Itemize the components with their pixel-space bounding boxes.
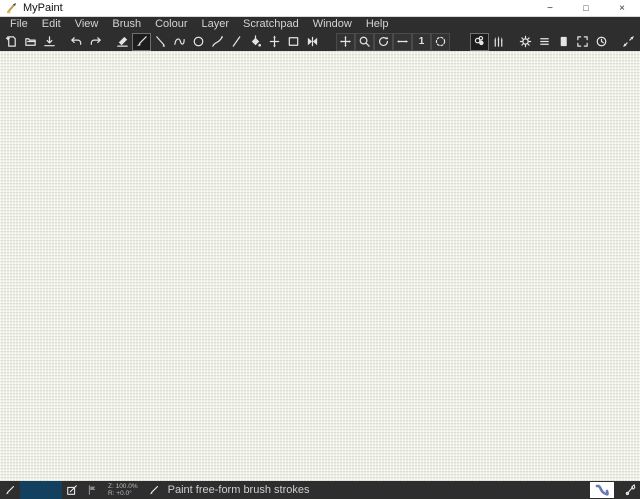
view-readout: Z: 100.0% R: +0.0°: [102, 483, 144, 497]
reset-zoom-icon: 1: [418, 35, 425, 47]
flag-icon: [88, 485, 96, 495]
rotate-view-icon: [379, 36, 389, 47]
clock-icon: [596, 36, 607, 47]
flood-fill-button[interactable]: [246, 33, 265, 51]
zoom-readout: Z: 100.0%: [108, 483, 138, 490]
reset-zoom-button[interactable]: 1: [412, 32, 431, 51]
move-layer-button[interactable]: [265, 33, 284, 51]
edit-pencil-icon: [67, 485, 77, 495]
menu-window[interactable]: Window: [306, 17, 359, 32]
menu-colour[interactable]: Colour: [148, 17, 194, 32]
fit-view-icon: [435, 36, 446, 47]
menubar: File Edit View Brush Colour Layer Scratc…: [0, 17, 640, 32]
menu-layer[interactable]: Layer: [195, 17, 237, 32]
pencil-line-button[interactable]: [227, 33, 246, 51]
close-button[interactable]: ×: [604, 0, 640, 17]
menu-view[interactable]: View: [68, 17, 106, 32]
menu-brush[interactable]: Brush: [105, 17, 148, 32]
freehand-brush-icon: [136, 36, 147, 47]
brush-chooser-icon: [494, 35, 503, 47]
brush-modified-indicator[interactable]: [62, 484, 82, 496]
fit-view-button[interactable]: [431, 32, 450, 51]
menu-file[interactable]: File: [3, 17, 35, 32]
rotation-readout: R: +0.0°: [108, 490, 132, 497]
move-layer-icon: [269, 35, 280, 48]
new-file-icon: [5, 36, 16, 47]
layers-panel-icon: [560, 36, 567, 47]
freehand-brush-icon: [149, 486, 158, 495]
undo-button[interactable]: [67, 33, 86, 51]
current-colour-swatch[interactable]: [20, 481, 62, 499]
open-file-icon: [25, 38, 36, 46]
tool-options-button[interactable]: [516, 33, 535, 51]
layers-panel-button[interactable]: [554, 33, 573, 51]
colour-brush-icon: [625, 484, 636, 496]
frame-indicator[interactable]: [82, 484, 102, 496]
redo-button[interactable]: [86, 33, 105, 51]
flood-fill-icon: [251, 35, 261, 47]
inking-icon: [212, 35, 223, 47]
brush-stroke-preview-icon: [595, 484, 609, 496]
connected-lines-icon: [174, 38, 185, 45]
maximize-button[interactable]: □: [568, 0, 604, 17]
mypaint-logo-icon: [7, 3, 16, 14]
zoom-view-button[interactable]: [355, 32, 374, 51]
brush-group-indicator[interactable]: [620, 484, 640, 496]
save-file-icon: [44, 36, 55, 47]
expand-arrows-icon: [623, 36, 634, 47]
statusbar: Z: 100.0% R: +0.0° Paint free-form brush…: [0, 481, 640, 499]
mirror-view-button[interactable]: [393, 32, 412, 51]
pencil-line-icon: [232, 36, 241, 47]
window-title: MyPaint: [23, 2, 63, 14]
mirror-view-icon: [396, 40, 409, 43]
fullscreen-button[interactable]: [573, 33, 592, 51]
symmetry-butterfly-icon: [307, 36, 318, 47]
connected-lines-button[interactable]: [170, 33, 189, 51]
active-tool-icon-wrap: [144, 484, 164, 496]
new-file-button[interactable]: [2, 33, 21, 51]
menu-lines-icon: [540, 38, 549, 45]
eraser-button[interactable]: [113, 33, 132, 51]
history-panel-button[interactable]: [592, 33, 611, 51]
inking-button[interactable]: [208, 33, 227, 51]
brush-settings-button[interactable]: [535, 33, 554, 51]
toolbar: 1: [0, 32, 640, 51]
pan-view-button[interactable]: [336, 32, 355, 51]
ellipses-and-circles-button[interactable]: [189, 33, 208, 51]
zoom-view-icon: [359, 36, 370, 47]
freehand-brush-icon: [5, 486, 14, 495]
freehand-brush-button[interactable]: [132, 32, 151, 51]
redo-icon: [90, 37, 101, 45]
gear-icon: [519, 35, 532, 48]
titlebar: MyPaint − □ ×: [0, 0, 640, 17]
colour-chooser-button[interactable]: [470, 32, 489, 51]
save-file-button[interactable]: [40, 33, 59, 51]
edit-frame-icon: [288, 37, 299, 46]
undo-icon: [71, 37, 82, 45]
eraser-icon: [117, 36, 128, 47]
ellipses-and-circles-icon: [193, 36, 204, 47]
lines-and-curves-icon: [156, 36, 166, 48]
current-tool-indicator: [0, 484, 20, 496]
lines-and-curves-button[interactable]: [151, 33, 170, 51]
fullscreen-corners-icon: [577, 36, 588, 47]
status-message: Paint free-form brush strokes: [167, 484, 310, 496]
rotate-view-button[interactable]: [374, 32, 393, 51]
menu-edit[interactable]: Edit: [35, 17, 68, 32]
brush-preview[interactable]: [590, 482, 614, 498]
menu-scratchpad[interactable]: Scratchpad: [236, 17, 306, 32]
pan-view-icon: [339, 35, 352, 48]
canvas[interactable]: [0, 51, 640, 481]
menu-help[interactable]: Help: [359, 17, 396, 32]
colour-chooser-icon: [474, 35, 484, 46]
open-file-button[interactable]: [21, 33, 40, 51]
minimize-button[interactable]: −: [532, 0, 568, 17]
brush-chooser-button[interactable]: [489, 33, 508, 51]
expand-toolbar-button[interactable]: [619, 33, 638, 51]
symmetry-button[interactable]: [303, 33, 322, 51]
edit-frame-button[interactable]: [284, 33, 303, 51]
